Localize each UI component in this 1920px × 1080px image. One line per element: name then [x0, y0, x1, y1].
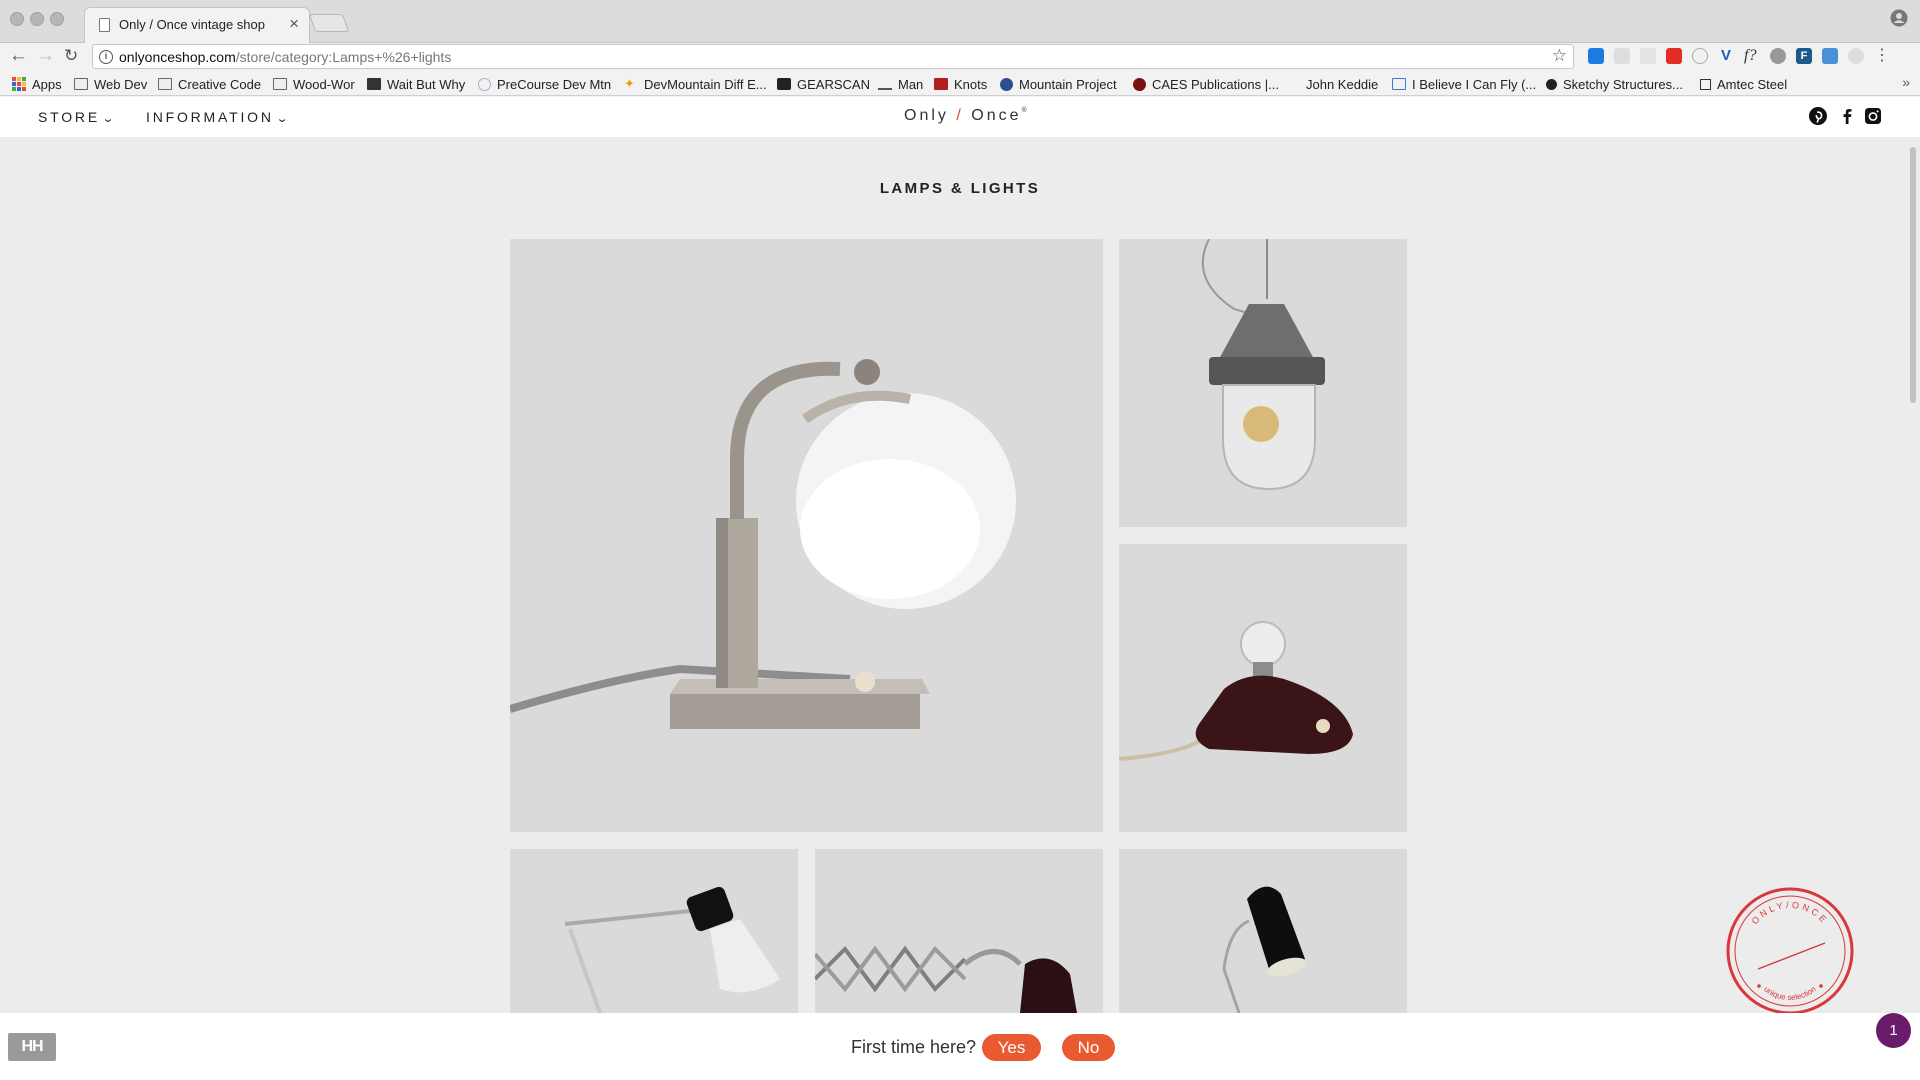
bookmark-star-icon[interactable]: ☆: [1552, 46, 1567, 66]
bookmark-caes-publications[interactable]: CAES Publications |...: [1133, 75, 1279, 93]
scrollbar-thumb[interactable]: [1910, 147, 1916, 403]
site-header: STORE ⌄ INFORMATION ⌄ Only / Once®: [0, 97, 1920, 137]
instagram-icon[interactable]: [1864, 107, 1882, 125]
bug-extension-icon[interactable]: [1770, 48, 1786, 64]
browser-tab[interactable]: Only / Once vintage shop ×: [84, 7, 310, 43]
product-tile-architect-lamp[interactable]: [510, 849, 798, 1013]
menu-dots-icon[interactable]: ⋮: [1874, 48, 1890, 64]
sketchy-icon: [1546, 78, 1557, 90]
bookmark-mountain-project[interactable]: Mountain Project: [1000, 75, 1117, 93]
site-logo[interactable]: Only / Once®: [904, 107, 1027, 125]
scissor-lamp-image: [815, 849, 1103, 1013]
facebook-icon[interactable]: [1838, 107, 1856, 125]
knots-icon: [934, 78, 948, 90]
minimize-window-button[interactable]: [30, 12, 44, 26]
bookmark-man[interactable]: Man: [878, 75, 923, 93]
profile-icon[interactable]: [1890, 9, 1908, 27]
mountain-project-icon: [1000, 77, 1013, 91]
bookmark-wait-but-why[interactable]: Wait But Why: [367, 75, 465, 93]
page-scrollbar[interactable]: [1906, 137, 1920, 1013]
bookmark-devmountain[interactable]: ✦ DevMountain Diff E...: [624, 75, 767, 93]
chevron-down-icon: ⌄: [101, 113, 119, 125]
bookmark-web-dev[interactable]: Web Dev: [74, 75, 147, 93]
apps-grid-icon: [12, 77, 26, 91]
bookmark-knots[interactable]: Knots: [934, 75, 987, 93]
bookmark-precourse-dev-mtn[interactable]: PreCourse Dev Mtn: [478, 75, 611, 93]
folder-icon: [74, 78, 88, 90]
address-bar[interactable]: i onlyonceshop.com/store/category:Lamps+…: [92, 44, 1574, 69]
gearscan-icon: [777, 78, 791, 90]
yes-button[interactable]: Yes: [982, 1034, 1041, 1061]
first-time-prompt: First time here?: [851, 1037, 977, 1057]
youtube-extension-icon[interactable]: [1666, 48, 1682, 64]
tab-strip: Only / Once vintage shop ×: [0, 0, 1920, 43]
folder-icon: [273, 78, 287, 90]
pinterest-icon[interactable]: [1809, 107, 1827, 125]
wbw-icon: [367, 78, 381, 90]
bookmarks-bar: Apps Web Dev Creative Code Wood-Wor Wait…: [0, 71, 1920, 96]
nav-store[interactable]: STORE ⌄: [38, 109, 116, 125]
notification-badge[interactable]: 1: [1876, 1013, 1911, 1048]
bookmark-i-believe-i-can-fly[interactable]: I Believe I Can Fly (...: [1392, 75, 1536, 93]
info-icon[interactable]: i: [99, 50, 113, 64]
folder-icon: [158, 78, 172, 90]
nav-information[interactable]: INFORMATION ⌄: [146, 109, 290, 125]
bookmarks-overflow-icon[interactable]: »: [1902, 74, 1910, 90]
close-window-button[interactable]: [10, 12, 24, 26]
bookmark-sketchy-structures[interactable]: Sketchy Structures...: [1546, 75, 1683, 93]
forward-icon[interactable]: →: [36, 44, 55, 68]
chevron-down-icon: ⌄: [275, 113, 293, 125]
gooseneck-lamp-image: [1119, 849, 1407, 1013]
browser-toolbar: ← → ↻ i onlyonceshop.com/store/category:…: [0, 43, 1920, 71]
extension-icon[interactable]: [1822, 48, 1838, 64]
industrial-pendant-lamp-image: [1119, 239, 1407, 527]
product-tile-industrial-pendant-lamp[interactable]: [1119, 239, 1407, 527]
back-icon[interactable]: ←: [9, 44, 28, 68]
caes-icon: [1133, 77, 1146, 91]
bookmark-apps[interactable]: Apps: [12, 75, 62, 93]
product-tile-bakelite-lamp[interactable]: [1119, 544, 1407, 832]
page-icon: [99, 18, 110, 32]
devmountain-icon: ✦: [624, 76, 635, 91]
hh-logo[interactable]: HH: [8, 1033, 56, 1061]
close-tab-icon[interactable]: ×: [289, 15, 299, 32]
bookmark-creative-code[interactable]: Creative Code: [158, 75, 261, 93]
only-once-stamp: ONLY/ONCE unique selection: [1726, 887, 1854, 1015]
bookmark-john-keddie[interactable]: John Keddie: [1306, 75, 1378, 93]
first-visit-bar: HH First time here? Yes No: [0, 1013, 1920, 1080]
bookmark-gearscan[interactable]: GEARSCAN: [777, 75, 870, 93]
product-tile-gooseneck-lamp[interactable]: [1119, 849, 1407, 1013]
tab-title: Only / Once vintage shop: [119, 17, 265, 32]
image-icon: [1392, 78, 1406, 90]
no-button[interactable]: No: [1062, 1034, 1115, 1061]
product-tile-scissor-lamp[interactable]: [815, 849, 1103, 1013]
extension-icon[interactable]: [1588, 48, 1604, 64]
browser-chrome: Only / Once vintage shop × ← → ↻ i onlyo…: [0, 0, 1920, 97]
extension-icon[interactable]: [1692, 48, 1708, 64]
v-extension-icon[interactable]: V: [1718, 48, 1734, 64]
globe-icon: [478, 77, 491, 91]
new-tab-button[interactable]: [308, 14, 350, 32]
reload-icon[interactable]: ↻: [64, 44, 78, 68]
amtec-icon: [1700, 78, 1711, 90]
url-text[interactable]: onlyonceshop.com/store/category:Lamps+%2…: [119, 49, 451, 65]
chrome-desk-lamp-image: [510, 239, 1103, 832]
page-title: LAMPS & LIGHTS: [879, 180, 1041, 197]
extension-icon[interactable]: [1848, 48, 1864, 64]
zoom-window-button[interactable]: [50, 12, 64, 26]
bookmark-amtec-steel[interactable]: Amtec Steel: [1700, 75, 1787, 93]
bookmark-wood-wor[interactable]: Wood-Wor: [273, 75, 355, 93]
font-extension-icon[interactable]: f?: [1744, 48, 1760, 64]
extension-icon[interactable]: [1640, 48, 1656, 64]
architect-lamp-image: [510, 849, 798, 1013]
extension-icon[interactable]: [1614, 48, 1630, 64]
man-icon: [878, 78, 892, 90]
stamp-bottom-text: unique selection: [1762, 985, 1818, 1003]
f-extension-icon[interactable]: F: [1796, 48, 1812, 64]
bakelite-lamp-image: [1119, 544, 1407, 832]
product-tile-chrome-desk-lamp[interactable]: [510, 239, 1103, 832]
